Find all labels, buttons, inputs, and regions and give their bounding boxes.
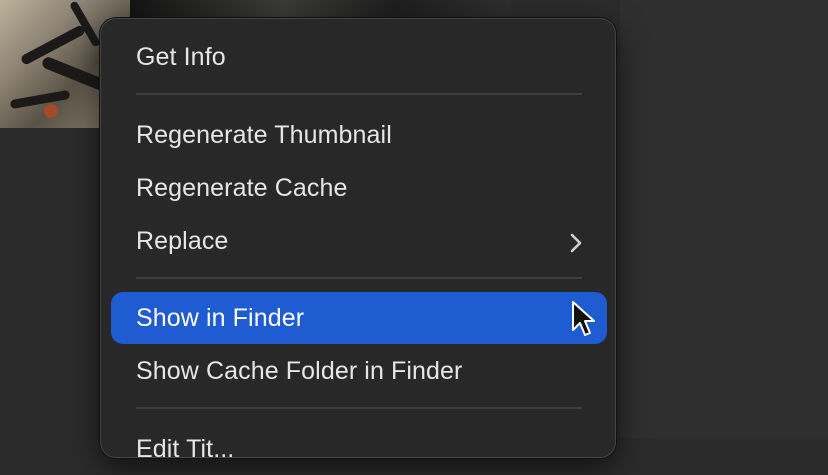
- menu-item-regenerate-cache[interactable]: Regenerate Cache: [111, 162, 607, 214]
- mouse-pointer-icon: [570, 300, 596, 340]
- menu-item-label: Show Cache Folder in Finder: [136, 357, 463, 385]
- menu-item-label: Replace: [136, 227, 229, 255]
- menu-separator: [136, 93, 582, 95]
- menu-item-edit-title[interactable]: Edit Tit...: [111, 423, 607, 475]
- menu-item-label: Get Info: [136, 43, 226, 71]
- chevron-right-icon: [569, 215, 583, 267]
- menu-item-label: Regenerate Cache: [136, 174, 348, 202]
- menu-item-show-cache-folder-in-finder[interactable]: Show Cache Folder in Finder: [111, 345, 607, 397]
- menu-item-replace[interactable]: Replace: [111, 215, 607, 267]
- thumbnail-detail: [44, 104, 58, 118]
- thumbnail-detail: [9, 89, 71, 110]
- menu-item-label: Edit Tit...: [136, 435, 235, 463]
- menu-item-label: Show in Finder: [136, 304, 305, 332]
- context-menu: Get Info Regenerate Thumbnail Regenerate…: [100, 18, 616, 463]
- thumbnail-detail: [69, 0, 101, 48]
- menu-item-label: Regenerate Thumbnail: [136, 121, 392, 149]
- background-panel: [620, 0, 828, 438]
- menu-separator: [136, 277, 582, 279]
- menu-separator: [136, 407, 582, 409]
- menu-item-get-info[interactable]: Get Info: [111, 31, 607, 83]
- menu-item-show-in-finder[interactable]: Show in Finder: [111, 292, 607, 344]
- menu-item-regenerate-thumbnail[interactable]: Regenerate Thumbnail: [111, 109, 607, 161]
